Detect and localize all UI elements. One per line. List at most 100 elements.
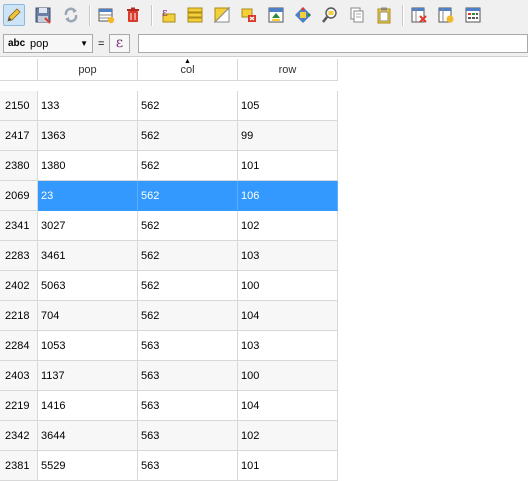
invert-selection-button[interactable]: [211, 4, 233, 26]
row-number[interactable]: 2283: [0, 241, 38, 271]
attribute-table-toolbar: ε: [0, 0, 528, 31]
delete-field-button[interactable]: [408, 4, 430, 26]
copy-rows-button[interactable]: [346, 4, 368, 26]
cell-row[interactable]: 105: [238, 91, 338, 121]
move-selection-to-top-button[interactable]: [265, 4, 287, 26]
cell-col[interactable]: 562: [138, 271, 238, 301]
column-header-label: pop: [78, 64, 97, 76]
zoom-icon: [322, 7, 337, 23]
toolbar-separator: [151, 5, 153, 26]
move-top-icon: [268, 7, 284, 23]
cell-row[interactable]: 104: [238, 391, 338, 421]
cell-col[interactable]: 562: [138, 211, 238, 241]
cell-col[interactable]: 562: [138, 151, 238, 181]
cell-col[interactable]: 562: [138, 91, 238, 121]
row-number[interactable]: 2341: [0, 211, 38, 241]
delete-selected-button[interactable]: [122, 4, 144, 26]
cell-row[interactable]: 106: [238, 181, 338, 211]
add-feature-button[interactable]: [95, 4, 117, 26]
expression-builder-button[interactable]: ε: [109, 34, 130, 53]
column-header-pop[interactable]: pop: [38, 59, 138, 81]
svg-text:ε: ε: [162, 6, 168, 19]
deselect-all-button[interactable]: [238, 4, 260, 26]
select-all-icon: [187, 7, 203, 23]
field-calculator-button[interactable]: [462, 4, 484, 26]
cell-col[interactable]: 562: [138, 121, 238, 151]
expression-input[interactable]: [138, 34, 528, 53]
sort-ascending-icon: ▲: [184, 58, 191, 65]
cell-pop[interactable]: 5063: [38, 271, 138, 301]
copy-icon: [350, 7, 364, 23]
column-header-row[interactable]: row: [238, 59, 338, 81]
cell-row[interactable]: 102: [238, 421, 338, 451]
row-number[interactable]: 2069: [0, 181, 38, 211]
reload-button[interactable]: [60, 4, 82, 26]
cell-row[interactable]: 101: [238, 151, 338, 181]
invert-selection-icon: [213, 6, 231, 24]
delete-field-icon: [411, 7, 427, 23]
cell-pop[interactable]: 3027: [38, 211, 138, 241]
cell-pop[interactable]: 23: [38, 181, 138, 211]
toolbar-separator: [402, 5, 404, 26]
cell-pop[interactable]: 3461: [38, 241, 138, 271]
cell-row[interactable]: 103: [238, 241, 338, 271]
deselect-icon: [241, 8, 256, 22]
paste-icon: [377, 7, 391, 24]
row-header-corner[interactable]: [0, 59, 38, 81]
trash-icon: [127, 7, 139, 22]
row-number[interactable]: 2417: [0, 121, 38, 151]
chevron-down-icon: ▼: [80, 39, 88, 48]
field-name: pop: [30, 38, 49, 50]
cell-col[interactable]: 562: [138, 301, 238, 331]
row-number[interactable]: 2380: [0, 151, 38, 181]
cell-row[interactable]: 99: [238, 121, 338, 151]
cell-pop[interactable]: 5529: [38, 451, 138, 481]
pan-to-selected-button[interactable]: [292, 4, 314, 26]
row-number[interactable]: 2219: [0, 391, 38, 421]
zoom-to-selected-button[interactable]: [319, 4, 341, 26]
save-edits-button[interactable]: [32, 4, 54, 26]
save-icon: [35, 7, 51, 24]
toggle-editing-button[interactable]: [3, 4, 25, 26]
row-number[interactable]: 2381: [0, 451, 38, 481]
row-number[interactable]: 2218: [0, 301, 38, 331]
column-header-label: row: [278, 64, 297, 76]
cell-pop[interactable]: 704: [38, 301, 138, 331]
select-all-button[interactable]: [184, 4, 206, 26]
row-number[interactable]: 2342: [0, 421, 38, 451]
cell-row[interactable]: 101: [238, 451, 338, 481]
cell-pop[interactable]: 1416: [38, 391, 138, 421]
select-by-expression-button[interactable]: ε: [157, 4, 179, 26]
cell-pop[interactable]: 1380: [38, 151, 138, 181]
calculator-icon: [465, 7, 481, 23]
cell-row[interactable]: 102: [238, 211, 338, 241]
new-field-button[interactable]: [435, 4, 457, 26]
cell-col[interactable]: 562: [138, 181, 238, 211]
epsilon-icon: ε: [115, 35, 124, 51]
pan-icon: [295, 7, 311, 23]
cell-col[interactable]: 563: [138, 331, 238, 361]
cell-pop[interactable]: 1137: [38, 361, 138, 391]
cell-row[interactable]: 100: [238, 361, 338, 391]
row-number[interactable]: 2284: [0, 331, 38, 361]
cell-row[interactable]: 100: [238, 271, 338, 301]
row-number[interactable]: 2402: [0, 271, 38, 301]
cell-pop[interactable]: 3644: [38, 421, 138, 451]
column-header-col[interactable]: ▲ col: [138, 58, 238, 81]
paste-rows-button[interactable]: [373, 4, 395, 26]
cell-col[interactable]: 563: [138, 451, 238, 481]
row-number[interactable]: 2403: [0, 361, 38, 391]
cell-col[interactable]: 563: [138, 361, 238, 391]
cell-pop[interactable]: 133: [38, 91, 138, 121]
cell-col[interactable]: 563: [138, 421, 238, 451]
cell-col[interactable]: 563: [138, 391, 238, 421]
field-select[interactable]: abc pop ▼: [3, 34, 93, 53]
cell-row[interactable]: 104: [238, 301, 338, 331]
cell-pop[interactable]: 1053: [38, 331, 138, 361]
row-number[interactable]: 2150: [0, 91, 38, 121]
cell-row[interactable]: 103: [238, 331, 338, 361]
reload-icon: [64, 7, 78, 23]
expression-select-icon: ε: [162, 6, 176, 23]
cell-pop[interactable]: 1363: [38, 121, 138, 151]
cell-col[interactable]: 562: [138, 241, 238, 271]
